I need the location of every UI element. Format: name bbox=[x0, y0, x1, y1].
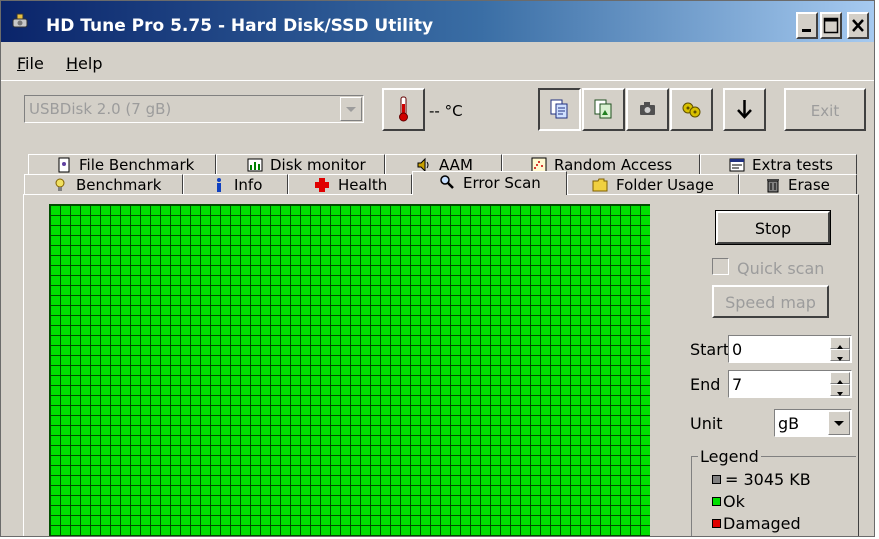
exit-button-label: Exit bbox=[810, 102, 840, 120]
menu-file[interactable]: File bbox=[17, 54, 44, 73]
unit-select[interactable]: gB bbox=[774, 409, 852, 437]
close-button[interactable] bbox=[847, 12, 869, 39]
disk-monitor-icon bbox=[247, 158, 263, 172]
drive-select-value: USBDisk 2.0 (7 gB) bbox=[29, 100, 172, 118]
legend-damaged-label: Damaged bbox=[723, 514, 801, 533]
tab-label: Extra tests bbox=[752, 156, 833, 174]
tab-error-scan[interactable]: Error Scan bbox=[412, 171, 567, 195]
tab-label: Benchmark bbox=[76, 176, 162, 194]
tab-extra-tests[interactable]: Extra tests bbox=[700, 154, 857, 174]
start-label: Start bbox=[690, 340, 730, 359]
maximize-button[interactable] bbox=[820, 12, 842, 39]
start-spin-up[interactable] bbox=[830, 337, 850, 349]
tab-label: File Benchmark bbox=[79, 156, 195, 174]
copy-text-button[interactable] bbox=[538, 88, 581, 131]
legend-swatch-block-size bbox=[712, 475, 721, 484]
legend-title: Legend bbox=[698, 447, 761, 466]
menu-bar: File Help bbox=[1, 42, 874, 80]
temperature-button[interactable] bbox=[382, 88, 425, 131]
tab-folder-usage[interactable]: Folder Usage bbox=[567, 174, 739, 194]
tab-label: Error Scan bbox=[463, 174, 541, 192]
save-button[interactable] bbox=[723, 88, 766, 131]
chevron-down-icon bbox=[834, 421, 844, 426]
stop-button-label: Stop bbox=[754, 219, 792, 238]
save-download-icon bbox=[737, 100, 752, 119]
copy-image-icon bbox=[594, 99, 612, 119]
tab-health[interactable]: Health bbox=[288, 174, 412, 194]
scan-block-map bbox=[49, 204, 650, 536]
end-spin-up[interactable] bbox=[830, 372, 850, 384]
minimize-icon bbox=[802, 29, 811, 32]
end-input[interactable]: 7 bbox=[728, 370, 852, 398]
end-spin-down[interactable] bbox=[830, 384, 850, 396]
benchmark-icon bbox=[55, 178, 65, 191]
legend-swatch-ok bbox=[712, 497, 721, 506]
drive-select[interactable]: USBDisk 2.0 (7 gB) bbox=[24, 95, 364, 123]
end-label: End bbox=[690, 375, 721, 394]
screenshot-button[interactable] bbox=[626, 88, 669, 131]
tab-label: Erase bbox=[788, 176, 830, 194]
copy-text-icon bbox=[550, 99, 568, 119]
speed-map-button-label: Speed map bbox=[725, 293, 816, 312]
screenshot-camera-icon bbox=[640, 102, 655, 115]
title-bar[interactable]: HD Tune Pro 5.75 - Hard Disk/SSD Utility bbox=[1, 1, 874, 42]
drive-select-arrow[interactable] bbox=[340, 97, 362, 121]
temperature-readout: -- °C bbox=[429, 102, 463, 120]
tab-label: Disk monitor bbox=[270, 156, 366, 174]
maximize-icon bbox=[823, 17, 839, 34]
tab-label: Health bbox=[338, 176, 388, 194]
legend-swatch-damaged bbox=[712, 519, 721, 528]
spin-down-icon bbox=[837, 357, 843, 361]
options-button[interactable] bbox=[670, 88, 713, 131]
unit-select-arrow[interactable] bbox=[828, 411, 850, 435]
menu-divider bbox=[1, 80, 874, 81]
chevron-down-icon bbox=[346, 107, 356, 112]
magnifier-icon bbox=[440, 175, 454, 189]
menu-help-rest: elp bbox=[78, 54, 103, 73]
tab-label: Info bbox=[234, 176, 263, 194]
hd-tune-app-icon bbox=[12, 13, 28, 28]
menu-file-rest: ile bbox=[25, 54, 44, 73]
file-benchmark-icon bbox=[58, 157, 70, 173]
tab-info[interactable]: Info bbox=[183, 174, 288, 194]
start-spin-down[interactable] bbox=[830, 349, 850, 361]
close-icon bbox=[852, 19, 864, 32]
menu-help-accelerator: H bbox=[66, 54, 79, 73]
unit-select-value: gB bbox=[778, 414, 800, 433]
tab-file-benchmark[interactable]: File Benchmark bbox=[28, 154, 216, 174]
folder-icon bbox=[592, 178, 608, 192]
copy-image-button[interactable] bbox=[582, 88, 625, 131]
tab-erase[interactable]: Erase bbox=[739, 174, 857, 194]
start-input[interactable]: 0 bbox=[728, 335, 852, 363]
exit-button[interactable]: Exit bbox=[784, 88, 866, 131]
window-title: HD Tune Pro 5.75 - Hard Disk/SSD Utility bbox=[46, 16, 434, 36]
legend-block-size-label: = 3045 KB bbox=[725, 470, 811, 489]
end-input-value: 7 bbox=[732, 375, 743, 394]
tab-benchmark[interactable]: Benchmark bbox=[24, 174, 183, 194]
trash-icon bbox=[767, 179, 779, 193]
tab-label: Random Access bbox=[554, 156, 673, 174]
stop-button[interactable]: Stop bbox=[715, 210, 831, 245]
info-icon bbox=[217, 178, 221, 192]
start-input-value: 0 bbox=[732, 340, 743, 359]
menu-file-accelerator: F bbox=[17, 54, 26, 73]
health-cross-icon bbox=[315, 178, 329, 192]
quick-scan-label: Quick scan bbox=[737, 259, 825, 278]
app-window: HD Tune Pro 5.75 - Hard Disk/SSD Utility… bbox=[0, 0, 875, 537]
thermometer-icon bbox=[399, 96, 408, 122]
spin-down-icon bbox=[837, 392, 843, 396]
extra-tests-icon bbox=[729, 158, 745, 172]
legend-ok-label: Ok bbox=[723, 492, 745, 511]
minimize-button[interactable] bbox=[796, 12, 818, 39]
quick-scan-checkbox[interactable] bbox=[712, 258, 729, 275]
options-icon bbox=[682, 102, 701, 118]
tab-label: Folder Usage bbox=[616, 176, 714, 194]
unit-label: Unit bbox=[690, 414, 723, 433]
tab-disk-monitor[interactable]: Disk monitor bbox=[216, 154, 385, 174]
speed-map-button[interactable]: Speed map bbox=[712, 285, 829, 318]
menu-help[interactable]: Help bbox=[66, 54, 102, 73]
